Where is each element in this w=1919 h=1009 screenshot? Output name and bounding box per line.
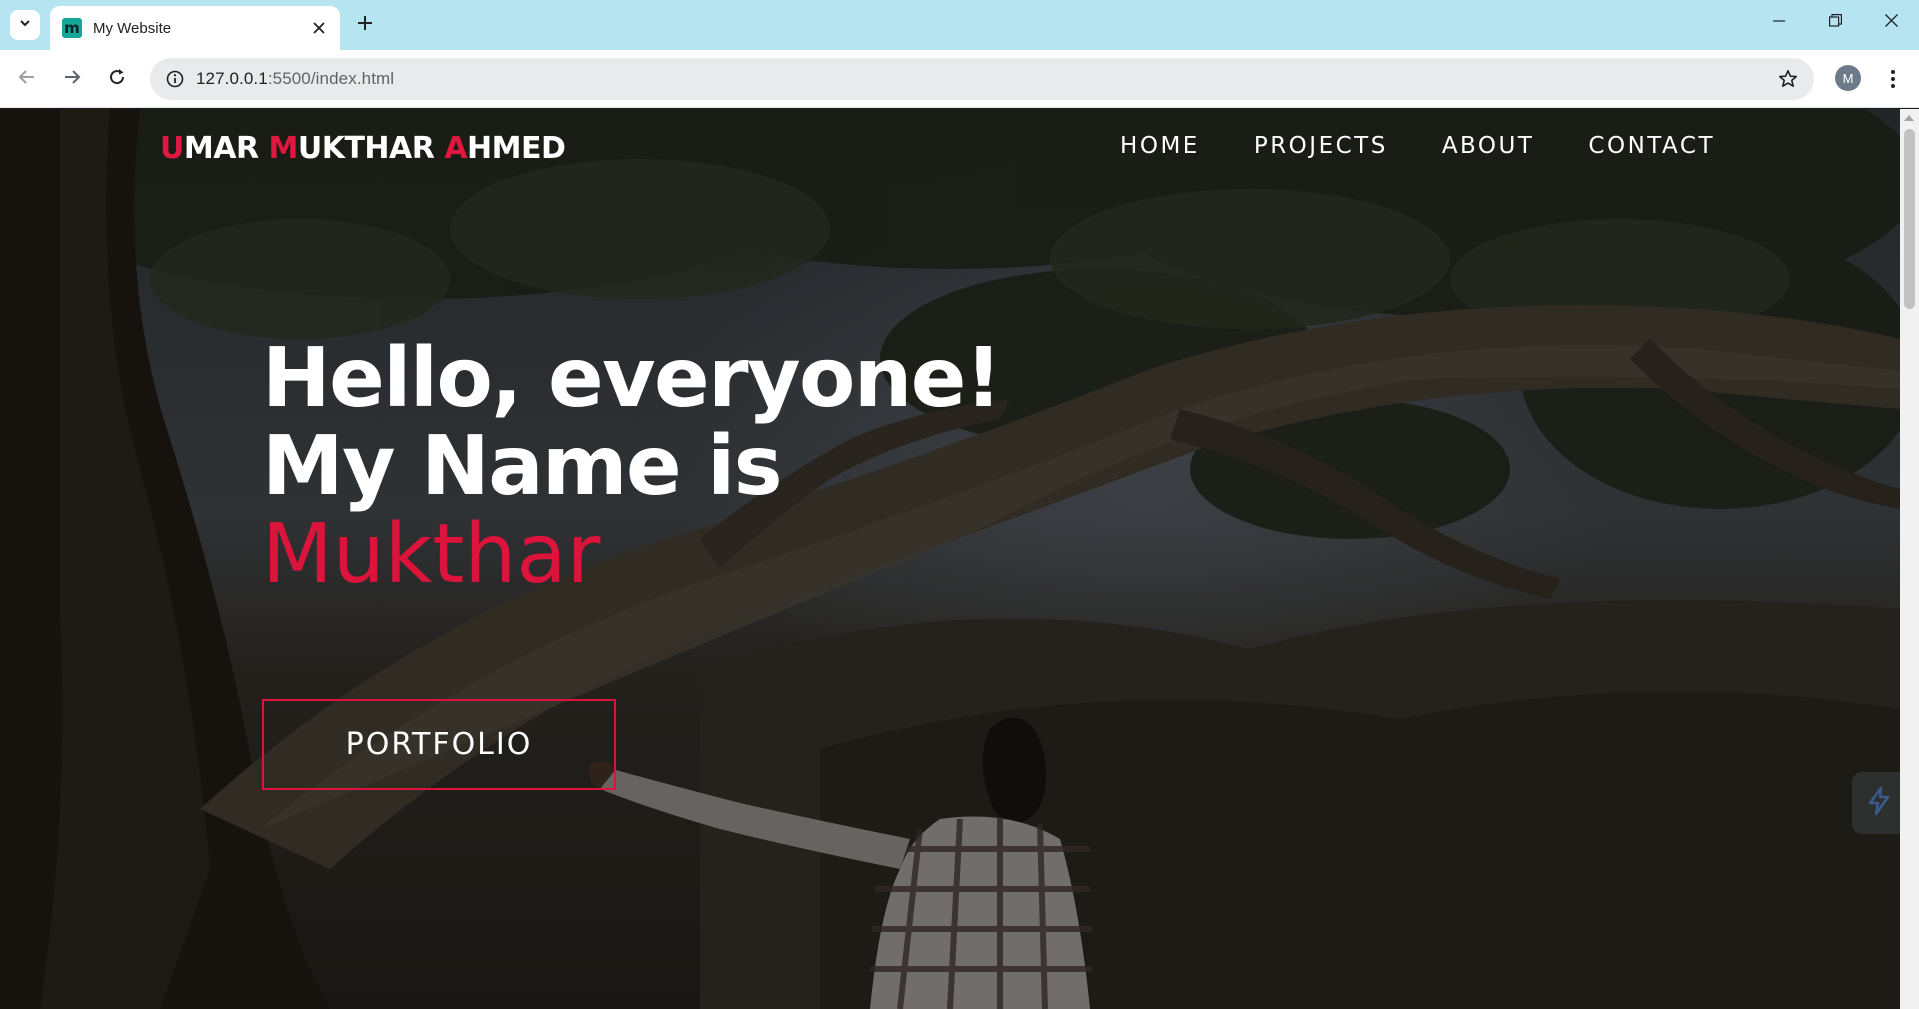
logo-initial-u: U bbox=[160, 131, 184, 166]
logo-initial-a: A bbox=[444, 131, 468, 166]
more-menu-icon[interactable] bbox=[1879, 64, 1907, 94]
hero-heading: Hello, everyone! My Name is Mukthar bbox=[262, 331, 1002, 602]
close-tab-icon[interactable] bbox=[304, 13, 334, 43]
side-extension-widget[interactable] bbox=[1852, 772, 1900, 834]
tab-search-button[interactable] bbox=[10, 10, 40, 40]
page-scrollbar[interactable] bbox=[1900, 109, 1919, 1009]
reload-icon bbox=[108, 68, 126, 91]
url-host: 127.0.0.1 bbox=[196, 69, 268, 88]
tab-strip: m My Website bbox=[0, 0, 1919, 50]
plus-icon bbox=[357, 15, 373, 36]
url-path: :5500/index.html bbox=[267, 69, 395, 88]
new-tab-button[interactable] bbox=[350, 10, 380, 40]
forward-button[interactable] bbox=[57, 64, 87, 94]
url-text: 127.0.0.1:5500/index.html bbox=[196, 69, 394, 89]
portfolio-button[interactable]: PORTFOLIO bbox=[262, 699, 616, 790]
logo-ahmed: HMED bbox=[467, 131, 566, 166]
nav-about[interactable]: ABOUT bbox=[1442, 133, 1535, 159]
tab-title: My Website bbox=[93, 19, 172, 37]
address-bar[interactable]: 127.0.0.1:5500/index.html bbox=[150, 58, 1814, 100]
bookmark-star-icon[interactable] bbox=[1776, 67, 1800, 91]
nav-home[interactable]: HOME bbox=[1120, 133, 1200, 159]
site-favicon: m bbox=[62, 18, 82, 38]
logo-umar: MAR bbox=[183, 131, 269, 166]
hero-line-greeting: Hello, everyone! bbox=[262, 331, 1002, 426]
logo-mukthar: UKTHAR bbox=[297, 131, 445, 166]
minimize-icon bbox=[1773, 14, 1785, 32]
back-button[interactable] bbox=[12, 64, 42, 94]
hero-line-intro: My Name is bbox=[262, 419, 783, 514]
close-window-button[interactable] bbox=[1863, 0, 1919, 46]
lightning-icon bbox=[1866, 786, 1892, 821]
chevron-down-icon bbox=[18, 16, 32, 35]
info-icon[interactable] bbox=[162, 66, 188, 92]
restore-button[interactable] bbox=[1807, 0, 1863, 46]
reload-button[interactable] bbox=[102, 64, 132, 94]
hero-name: Mukthar bbox=[262, 507, 601, 602]
scroll-thumb[interactable] bbox=[1904, 129, 1915, 309]
active-tab[interactable]: m My Website bbox=[50, 6, 340, 50]
site-logo[interactable]: UMAR MUKTHAR AHMED bbox=[160, 131, 566, 166]
arrow-right-icon bbox=[63, 68, 81, 91]
page-viewport: UMAR MUKTHAR AHMED HOME PROJECTS ABOUT C… bbox=[0, 109, 1900, 1009]
arrow-left-icon bbox=[18, 68, 36, 91]
logo-initial-m: M bbox=[268, 131, 299, 166]
site-navigation: HOME PROJECTS ABOUT CONTACT bbox=[1120, 133, 1715, 159]
nav-projects[interactable]: PROJECTS bbox=[1254, 133, 1388, 159]
close-icon bbox=[1884, 14, 1898, 32]
nav-contact[interactable]: CONTACT bbox=[1588, 133, 1715, 159]
profile-avatar[interactable]: M bbox=[1835, 65, 1861, 91]
restore-icon bbox=[1828, 14, 1842, 32]
minimize-button[interactable] bbox=[1751, 0, 1807, 46]
window-controls bbox=[1751, 0, 1919, 50]
browser-toolbar: 127.0.0.1:5500/index.html M bbox=[0, 50, 1919, 108]
scroll-up-arrow-icon[interactable] bbox=[1904, 115, 1914, 121]
